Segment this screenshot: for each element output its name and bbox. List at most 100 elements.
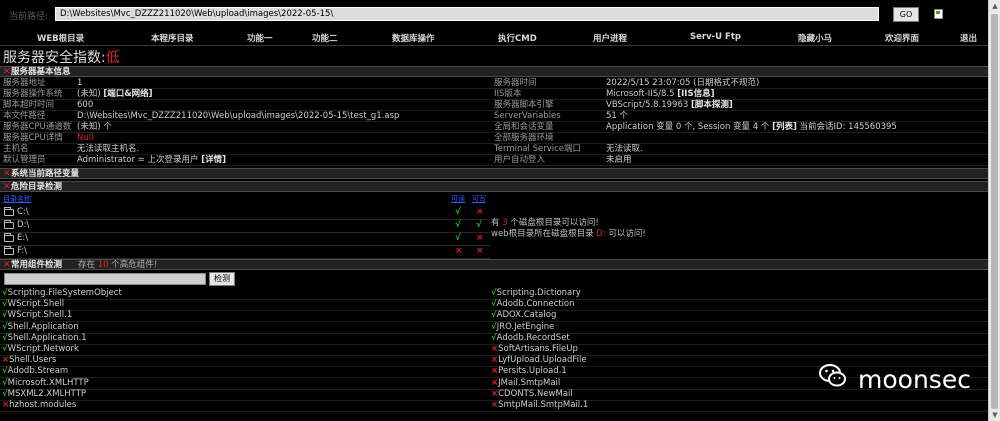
- component-name: ADOX.Catalog: [496, 310, 557, 321]
- info-row: 服务器CPU通道数 (未知) 个 全局和会话变量 Application 变量 …: [0, 122, 988, 133]
- component-item: √Scripting.FileSystemObject: [2, 288, 122, 299]
- info-value: 600: [77, 100, 94, 110]
- top-menu: WEB根目录 本程序目录 功能一 功能二 数据库操作 执行CMD 用户进程 Se…: [0, 29, 988, 46]
- info-key: 服务器脚本引擎: [494, 100, 554, 110]
- info-value: VBScript/5.8.19963 [脚本探测]: [606, 100, 733, 110]
- dir-name: C:\: [17, 207, 29, 217]
- section-title: 系统当前路径变量: [11, 169, 80, 179]
- dir-row[interactable]: D:\ √ √: [0, 219, 490, 233]
- go-button[interactable]: GO: [893, 7, 919, 22]
- security-label: 服务器安全指数:: [3, 50, 106, 66]
- info-key: 用户自动登入: [494, 155, 546, 165]
- write-status: ×: [476, 207, 484, 217]
- component-item: √Microsoft.XMLHTTP: [2, 378, 89, 389]
- read-status: ×: [455, 246, 463, 256]
- component-name: JRO.JetEngine: [496, 321, 555, 332]
- menu-item-welcome[interactable]: 欢迎界面: [885, 32, 919, 44]
- component-name: MSXML2.XMLHTTP: [7, 388, 87, 399]
- info-key: ServerVariables: [494, 111, 561, 121]
- component-item: √WScript.Shell: [2, 299, 64, 310]
- component-row: √Scripting.FileSystemObject √Scripting.Di…: [0, 288, 988, 300]
- info-row: 脚本超时时间 600 服务器脚本引擎 VBScript/5.8.19963 [脚…: [0, 100, 988, 111]
- component-item: ×Shell.Users: [2, 355, 56, 366]
- info-key: 默认管理员: [3, 155, 46, 165]
- component-name: LyfUpload.UploadFile: [498, 355, 587, 366]
- component-name: JMail.SmtpMail: [498, 377, 561, 388]
- watermark-text: moonsec: [858, 365, 971, 394]
- security-level: 低: [105, 50, 120, 66]
- info-row: 服务器操作系统 (未知) [端口&网络] IIS版本 Microsoft-IIS…: [0, 89, 988, 100]
- write-status: ×: [476, 233, 484, 243]
- component-item: ×JMail.SmtpMail: [491, 378, 560, 389]
- menu-item-database[interactable]: 数据库操作: [392, 32, 435, 44]
- info-value: Microsoft-IIS/8.5 [IIS信息]: [606, 89, 715, 99]
- dir-name: E:\: [17, 233, 29, 243]
- component-name: Adodb.Connection: [496, 299, 575, 310]
- admin-details-link[interactable]: [详情]: [201, 155, 226, 165]
- info-key: 服务器操作系统: [3, 89, 63, 99]
- menu-item-cmd[interactable]: 执行CMD: [498, 32, 537, 44]
- section-title: 常用组件检测: [11, 260, 63, 270]
- component-row: √WScript.Network ×SoftArtisans.FileUp: [0, 344, 988, 356]
- scroll-up-icon[interactable]: ▲: [989, 0, 1000, 12]
- read-status: √: [455, 207, 462, 217]
- component-row: √WScript.Shell.1 √ADOX.Catalog: [0, 310, 988, 323]
- info-value: Application 变量 0 个, Session 变量 4 个 [列表] …: [606, 122, 897, 132]
- component-item: ×LyfUpload.UploadFile: [491, 355, 587, 366]
- dir-table-header: 目录名称 可读 可写: [0, 194, 490, 205]
- vertical-scrollbar[interactable]: ▲ ▼: [988, 0, 1000, 421]
- component-name: CDONTS.NewMail: [498, 388, 573, 399]
- menu-item-web-root[interactable]: WEB根目录: [37, 32, 84, 44]
- section-path-variables[interactable]: ✕ 系统当前路径变量: [0, 168, 988, 179]
- menu-item-processes[interactable]: 用户进程: [593, 32, 627, 44]
- security-index: 服务器安全指数:低: [3, 47, 120, 67]
- dir-name-header[interactable]: 目录名称: [3, 194, 31, 204]
- component-row: √Shell.Application √JRO.JetEngine: [0, 322, 988, 334]
- script-probe-link[interactable]: [脚本探测]: [691, 100, 733, 110]
- info-key: 脚本超时时间: [3, 100, 55, 110]
- dir-row[interactable]: C:\ √ ×: [0, 206, 490, 220]
- section-basic-info: ✕ 服务器基本信息: [0, 66, 988, 77]
- variable-list-link[interactable]: [列表]: [772, 122, 797, 132]
- cross-icon: ✕: [3, 260, 11, 270]
- writable-header[interactable]: 可写: [472, 194, 486, 204]
- page-content: 当前路径: D:\Websites\Mvc_DZZZ211020\Web\upl…: [0, 0, 988, 421]
- component-item: √Shell.Application: [2, 322, 79, 333]
- path-bar: 当前路径: D:\Websites\Mvc_DZZZ211020\Web\upl…: [0, 0, 988, 27]
- component-name: SoftArtisans.FileUp: [498, 344, 578, 354]
- component-name: Scripting.Dictionary: [496, 288, 581, 298]
- menu-item-program-dir[interactable]: 本程序目录: [151, 32, 194, 44]
- read-status: √: [455, 220, 462, 230]
- server-env-link[interactable]: 全部服务器环境: [494, 133, 554, 143]
- component-name: Adodb.RecordSet: [496, 332, 570, 343]
- menu-item-logout[interactable]: 退出: [960, 32, 977, 44]
- scroll-down-icon[interactable]: ▼: [989, 409, 1000, 421]
- info-value: 未启用: [606, 155, 632, 165]
- dir-row[interactable]: F:\ × ×: [0, 245, 490, 259]
- write-status: ×: [476, 246, 484, 256]
- component-item: ×SoftArtisans.FileUp: [491, 344, 578, 355]
- component-row: √WScript.Shell √Adodb.Connection: [0, 299, 988, 312]
- readable-header[interactable]: 可读: [451, 194, 465, 204]
- component-name: Persits.Upload.1: [498, 366, 567, 377]
- detect-button[interactable]: 检测: [209, 272, 235, 286]
- menu-item-function-1[interactable]: 功能一: [247, 32, 273, 44]
- menu-item-servu-ftp[interactable]: Serv-U Ftp: [690, 32, 741, 42]
- iis-info-link[interactable]: [IIS信息]: [677, 89, 714, 99]
- scroll-thumb[interactable]: [991, 14, 998, 409]
- component-warning: 存在 10 个高危组件!: [78, 260, 158, 270]
- info-value: Administrator = 上次登录用户 [详情]: [77, 155, 226, 165]
- path-input[interactable]: D:\Websites\Mvc_DZZZ211020\Web\upload\im…: [55, 7, 879, 21]
- component-row: √MSXML2.XMLHTTP ×CDONTS.NewMail: [0, 389, 988, 401]
- port-network-link[interactable]: [端口&网络]: [103, 89, 152, 99]
- section-title: 服务器基本信息: [11, 67, 71, 77]
- info-key: 服务器CPU详情: [3, 133, 63, 143]
- component-row: √Shell.Application.1 √Adodb.RecordSet: [0, 333, 988, 345]
- component-item: ×Persits.Upload.1: [491, 366, 567, 377]
- menu-item-function-2[interactable]: 功能二: [312, 32, 338, 44]
- dir-row[interactable]: E:\ √ ×: [0, 232, 490, 246]
- info-key: 服务器CPU通道数: [3, 122, 72, 132]
- cross-icon: ✕: [3, 182, 11, 192]
- component-input[interactable]: [4, 273, 206, 285]
- menu-item-hidden[interactable]: 隐藏小马: [798, 32, 832, 44]
